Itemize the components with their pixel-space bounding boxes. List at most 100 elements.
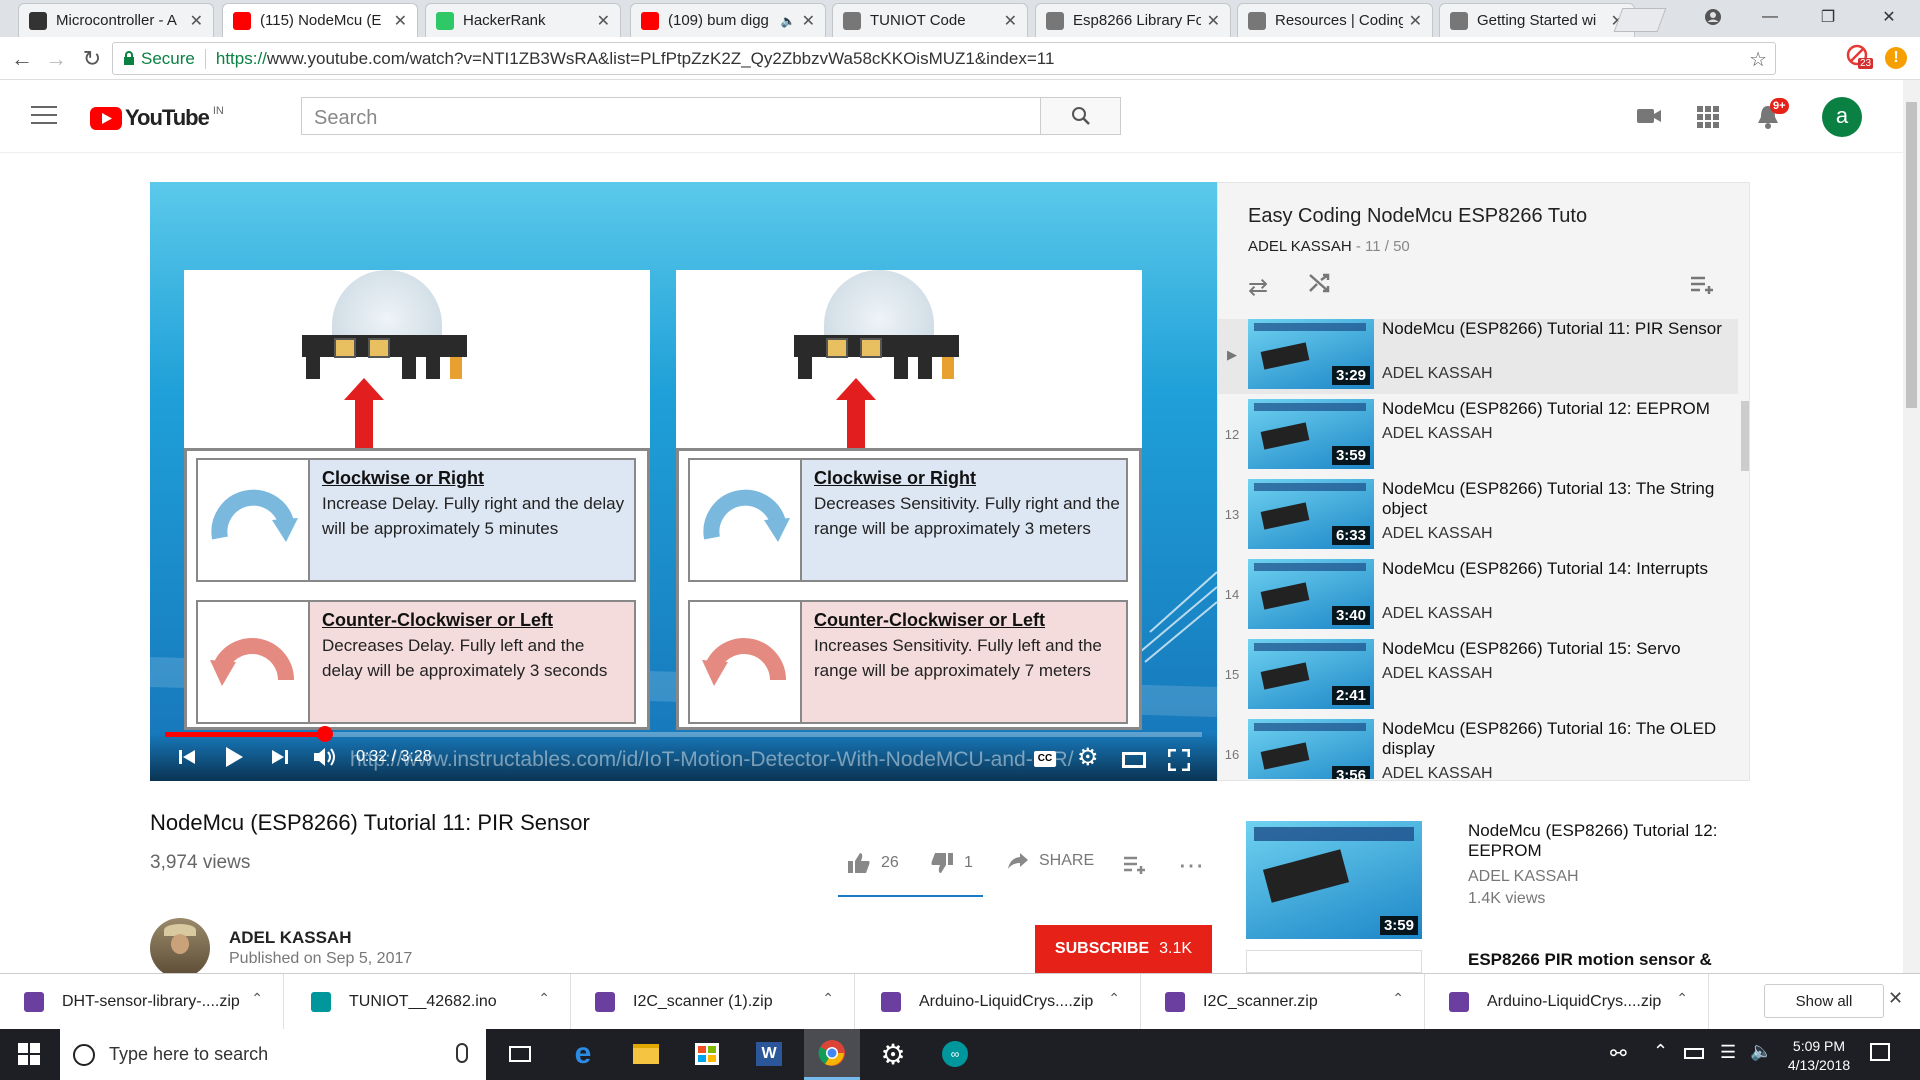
related-video[interactable]: ESP8266 PIR motion sensor & [1246,950,1766,973]
taskbar-search-box[interactable]: Type here to search [60,1029,486,1080]
close-tab-icon[interactable]: ✕ [394,11,407,31]
page-scrollbar[interactable] [1903,80,1920,973]
file-explorer-icon[interactable] [629,1037,663,1071]
battery-icon[interactable] [1684,1048,1704,1059]
add-to-playlist-icon[interactable] [1123,856,1147,879]
show-all-button[interactable]: Show all [1764,984,1884,1018]
previous-icon[interactable] [178,748,196,771]
close-downloads-icon[interactable]: ✕ [1888,988,1903,1009]
download-menu-caret-icon[interactable]: ⌃ [538,990,550,1007]
download-menu-caret-icon[interactable]: ⌃ [1676,990,1688,1007]
close-tab-icon[interactable]: ✕ [802,11,815,31]
account-avatar[interactable]: a [1822,97,1862,137]
store-icon[interactable] [690,1037,724,1071]
browser-tab[interactable]: TUNIOT Code ✕ [832,3,1028,37]
word-icon[interactable]: W [752,1037,786,1071]
browser-tab[interactable]: HackerRank ✕ [425,3,621,37]
search-input[interactable]: Search [301,97,1041,135]
dislike-button[interactable]: 1 [930,852,973,874]
notifications-bell-icon[interactable]: 9+ [1756,98,1789,135]
video-player[interactable]: Clockwise or Right Increase Delay. Fully … [150,182,1217,781]
download-item[interactable]: DHT-sensor-library-....zip ⌃ [0,974,284,1030]
save-playlist-icon[interactable] [1690,275,1716,300]
related-video[interactable]: 3:59 NodeMcu (ESP8266) Tutorial 12: EEPR… [1246,821,1766,971]
theater-mode-icon[interactable] [1122,752,1146,768]
close-window-button[interactable]: ✕ [1858,0,1920,34]
channel-avatar[interactable] [150,918,210,978]
update-alert-icon[interactable]: ! [1885,47,1907,69]
next-icon[interactable] [271,748,289,771]
close-tab-icon[interactable]: ✕ [1004,11,1017,31]
back-icon[interactable]: ← [8,45,36,73]
download-item[interactable]: I2C_scanner (1).zip ⌃ [571,974,855,1030]
download-menu-caret-icon[interactable]: ⌃ [822,990,834,1007]
playlist-item[interactable]: 12 3:59 NodeMcu (ESP8266) Tutorial 12: E… [1218,399,1738,474]
download-item[interactable]: I2C_scanner.zip ⌃ [1141,974,1425,1030]
upload-video-icon[interactable] [1636,106,1662,131]
apps-grid-icon[interactable] [1697,106,1719,128]
scrollbar-thumb[interactable] [1906,102,1917,408]
settings-gear-icon[interactable]: ⚙ [1077,746,1099,770]
subscribe-button[interactable]: SUBSCRIBE 3.1K [1035,925,1212,973]
download-item[interactable]: TUNIOT__42682.ino ⌃ [287,974,571,1030]
close-tab-icon[interactable]: ✕ [1207,11,1220,31]
browser-tab[interactable]: Esp8266 Library Fo ✕ [1035,3,1231,37]
playlist-channel[interactable]: ADEL KASSAH [1248,238,1352,255]
browser-tab[interactable]: Getting Started wi✕ [1439,3,1635,37]
minimize-button[interactable]: — [1742,0,1798,34]
shuffle-icon[interactable] [1308,271,1332,300]
action-center-icon[interactable] [1870,1043,1890,1061]
new-tab-button[interactable] [1613,8,1667,32]
fullscreen-icon[interactable] [1167,748,1191,776]
edge-icon[interactable]: e [566,1037,600,1071]
browser-tab[interactable]: (109) bum digg 🔈 ✕ [630,3,826,37]
download-menu-caret-icon[interactable]: ⌃ [1392,990,1404,1007]
chrome-icon[interactable] [804,1029,860,1080]
download-menu-caret-icon[interactable]: ⌃ [1108,990,1120,1007]
play-icon[interactable] [224,746,244,773]
more-actions-icon[interactable]: ⋯ [1178,850,1205,881]
playlist-item[interactable]: 16 3:56 NodeMcu (ESP8266) Tutorial 16: T… [1218,719,1738,779]
guide-menu-icon[interactable] [31,106,57,126]
close-tab-icon[interactable]: ✕ [597,11,610,31]
playlist-item[interactable]: 15 2:41 NodeMcu (ESP8266) Tutorial 15: S… [1218,639,1738,714]
reload-icon[interactable]: ↻ [78,45,106,73]
arduino-icon[interactable]: ∞ [938,1037,972,1071]
people-icon[interactable]: ⚯ [1610,1041,1627,1066]
close-tab-icon[interactable]: ✕ [1409,11,1422,31]
settings-icon[interactable]: ⚙ [876,1037,910,1071]
playlist-item[interactable]: 13 6:33 NodeMcu (ESP8266) Tutorial 13: T… [1218,479,1738,554]
captions-icon[interactable]: CC [1034,751,1056,767]
download-item[interactable]: Arduino-LiquidCrys....zip ⌃ [857,974,1141,1030]
bookmark-star-icon[interactable]: ☆ [1749,47,1767,72]
loop-icon[interactable]: ⇄ [1248,273,1268,302]
extension-icon[interactable]: 23 [1846,44,1874,70]
browser-tab[interactable]: (115) NodeMcu (E ✕ [222,3,418,37]
download-menu-caret-icon[interactable]: ⌃ [251,990,263,1007]
restore-button[interactable]: ❐ [1800,0,1856,34]
volume-icon[interactable] [312,746,338,773]
secure-indicator[interactable]: Secure [123,49,195,69]
browser-tab[interactable]: Microcontroller - A ✕ [18,3,214,37]
playlist-item[interactable]: 14 3:40 NodeMcu (ESP8266) Tutorial 14: I… [1218,559,1738,634]
close-tab-icon[interactable]: ✕ [190,11,203,31]
browser-tab[interactable]: Resources | Coding ✕ [1237,3,1433,37]
speaker-icon[interactable]: 🔈 [1750,1041,1772,1062]
windows-start-icon[interactable] [12,1037,46,1071]
search-button[interactable] [1041,97,1121,135]
channel-name[interactable]: ADEL KASSAH [229,928,351,948]
address-bar[interactable]: Secure https://www.youtube.com/watch?v=N… [112,42,1776,75]
like-button[interactable]: 26 [847,852,899,874]
tray-expand-icon[interactable]: ⌃ [1653,1041,1668,1062]
task-view-icon[interactable] [503,1037,537,1071]
profile-icon[interactable] [1683,0,1743,34]
share-button[interactable]: SHARE [1007,852,1094,870]
playlist-title[interactable]: Easy Coding NodeMcu ESP8266 Tuto [1248,205,1587,228]
playlist-scrollbar[interactable] [1741,401,1749,471]
wifi-icon[interactable]: ☰ [1720,1042,1736,1063]
microphone-icon[interactable] [456,1043,468,1063]
forward-icon[interactable]: → [42,45,70,73]
download-item[interactable]: Arduino-LiquidCrys....zip ⌃ [1425,974,1709,1030]
tab-audio-icon[interactable]: 🔈 [781,14,796,28]
progress-bar[interactable] [165,726,1202,742]
